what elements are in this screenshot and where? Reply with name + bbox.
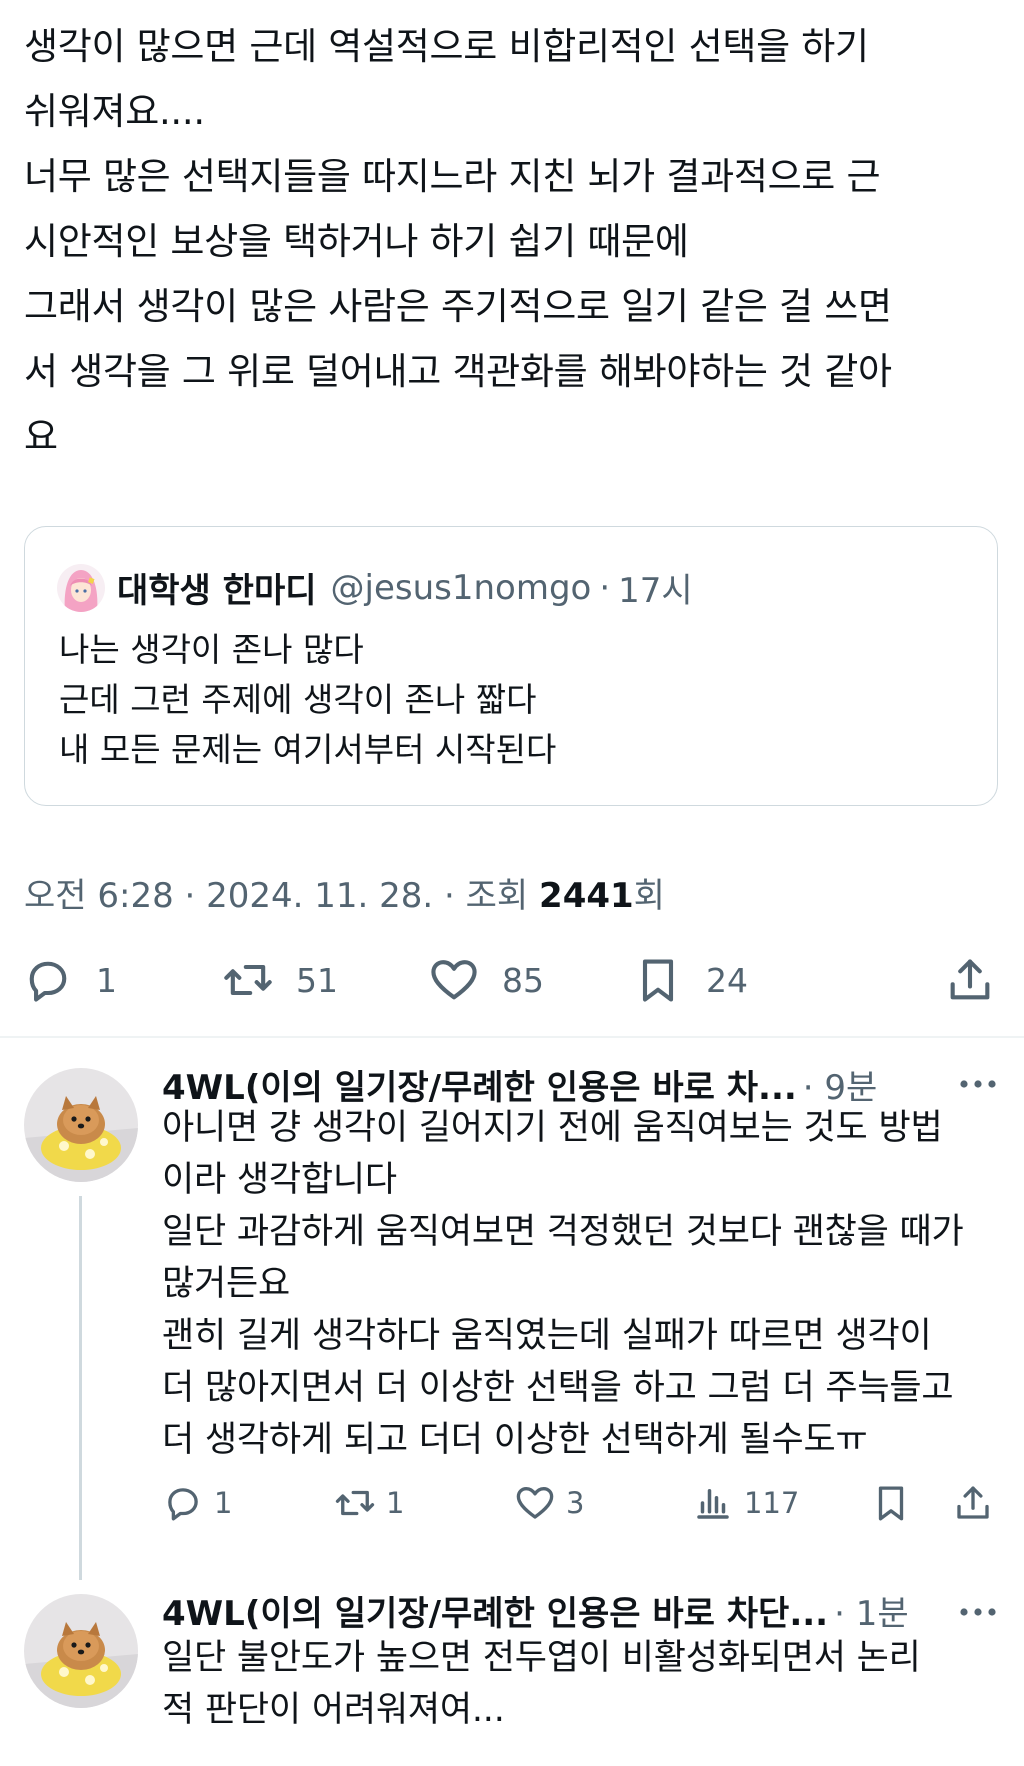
- reply-retweet-button[interactable]: 1: [334, 1479, 404, 1527]
- reply-author-name[interactable]: 4WL(이의 일기장/무례한 인용은 바로 차단...: [162, 1586, 828, 1635]
- tweet-action-bar: 1 51 85 24: [22, 952, 997, 1008]
- share-icon: [957, 1486, 989, 1519]
- reply-count: 1: [96, 960, 117, 1000]
- tweet-timestamp[interactable]: 오전 6:28 · 2024. 11. 28. · 조회: [24, 876, 539, 916]
- share-button[interactable]: [944, 952, 996, 1008]
- reply-action-bar: 1 1 3 117: [162, 1479, 1000, 1527]
- reply-time[interactable]: · 1분: [834, 1586, 909, 1635]
- reply-view-count: 117: [744, 1486, 800, 1520]
- reply-reply-count: 1: [214, 1486, 233, 1520]
- reply-icon: [29, 961, 67, 1002]
- reply-views-button[interactable]: 117: [692, 1479, 799, 1527]
- view-count-suffix: 회: [633, 876, 665, 916]
- reply-retweet-count: 1: [386, 1486, 405, 1520]
- bookmark-count: 24: [706, 960, 748, 1000]
- reply-reply-button[interactable]: 1: [162, 1479, 232, 1527]
- views-icon: [697, 1489, 729, 1519]
- bookmark-icon: [642, 959, 674, 1002]
- tweet-meta: 오전 6:28 · 2024. 11. 28. · 조회 2441회: [24, 868, 665, 917]
- section-divider: [0, 1036, 1024, 1038]
- bookmark-icon: [878, 1486, 904, 1521]
- quoted-author-handle[interactable]: @jesus1nomgo: [331, 568, 592, 608]
- reply-share-button[interactable]: [952, 1479, 994, 1527]
- reply-author-avatar[interactable]: [24, 1594, 138, 1708]
- retweet-button[interactable]: 51: [222, 952, 338, 1008]
- reply-author-avatar[interactable]: [24, 1068, 138, 1182]
- reply-header: 4WL(이의 일기장/무례한 인용은 바로 차단... · 1분: [162, 1586, 909, 1635]
- retweet-count: 51: [296, 960, 338, 1000]
- like-icon: [431, 960, 477, 1000]
- thread-connector-line: [79, 1196, 82, 1580]
- separator-dot: ·: [599, 567, 611, 608]
- reply-text: 아니면 걍 생각이 길어지기 전에 움직여보는 것도 방법 이라 생각합니다 일…: [162, 1108, 964, 1460]
- reply-like-button[interactable]: 3: [514, 1479, 584, 1527]
- more-icon[interactable]: [958, 1606, 998, 1618]
- quoted-tweet-card[interactable]: 대학생 한마디 @jesus1nomgo · 17시 나는 생각이 존나 많다 …: [24, 526, 998, 806]
- view-count[interactable]: 2441: [539, 876, 634, 916]
- bookmark-button[interactable]: 24: [632, 952, 748, 1008]
- post-text: 생각이 많으면 근데 역설적으로 비합리적인 선택을 하기 쉬워져요.... 너…: [24, 25, 892, 458]
- reply-icon: [168, 1488, 198, 1521]
- more-icon[interactable]: [958, 1078, 998, 1090]
- quoted-tweet-text: 나는 생각이 존나 많다 근데 그런 주제에 생각이 존나 짧다 내 모든 문제…: [59, 630, 557, 769]
- reply-bookmark-button[interactable]: [870, 1479, 912, 1527]
- retweet-icon: [335, 1490, 375, 1516]
- quoted-tweet-header: 대학생 한마디 @jesus1nomgo · 17시: [57, 563, 693, 612]
- reply-text: 일단 불안도가 높으면 전두엽이 비활성화되면서 논리 적 판단이 어려워져여.…: [162, 1638, 921, 1730]
- share-icon: [950, 959, 990, 1000]
- like-icon: [516, 1486, 554, 1519]
- retweet-icon: [224, 964, 272, 996]
- reply-button[interactable]: 1: [22, 952, 117, 1008]
- like-button[interactable]: 85: [428, 952, 544, 1008]
- like-count: 85: [502, 960, 544, 1000]
- quoted-author-name[interactable]: 대학생 한마디: [117, 563, 317, 612]
- quoted-tweet-time[interactable]: 17시: [618, 563, 693, 612]
- quoted-author-avatar[interactable]: [57, 563, 105, 612]
- reply-like-count: 3: [566, 1486, 585, 1520]
